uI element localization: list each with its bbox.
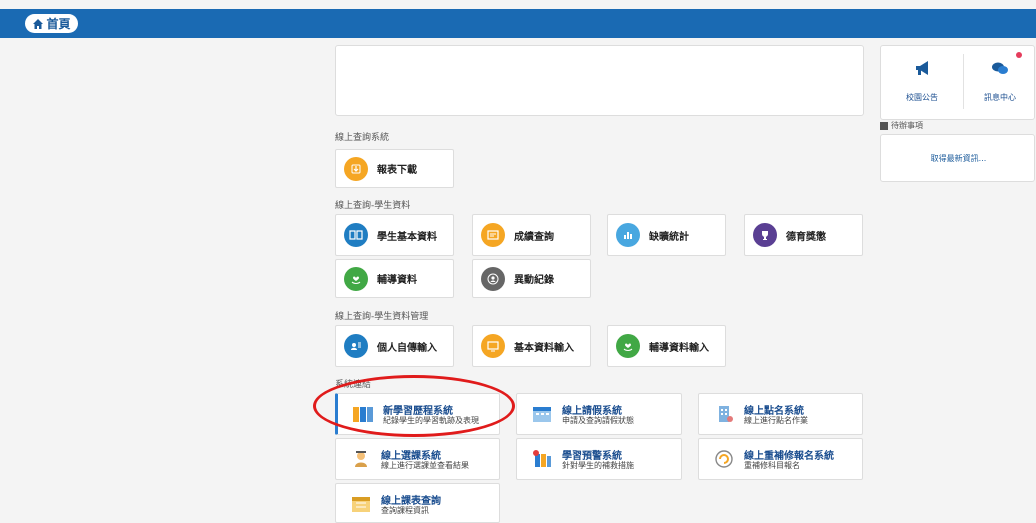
card-label: 報表下載 xyxy=(377,165,417,176)
calendar-icon xyxy=(533,407,551,422)
system-desc: 針對學生的補救措施 xyxy=(562,461,634,470)
card-label: 個人自傳輸入 xyxy=(377,342,437,354)
system-course-select[interactable]: 線上選課系統 線上進行選課並查看結果 xyxy=(335,438,500,480)
home-label: 首頁 xyxy=(46,17,71,31)
announcement-label: 校園公告 xyxy=(906,93,938,102)
banner-area xyxy=(335,45,864,116)
heart-hand-icon xyxy=(616,334,640,358)
section-query-system: 線上查詢系統 xyxy=(335,133,390,143)
report-download-card[interactable]: 報表下載 xyxy=(335,149,454,188)
person-card-icon xyxy=(344,334,368,358)
person-circle-icon xyxy=(481,266,505,291)
system-leave[interactable]: 線上請假系統 申請及查詢請假狀態 xyxy=(516,393,682,435)
autobiography-card[interactable]: 個人自傳輸入 xyxy=(335,325,454,367)
counsel-card[interactable]: 輔導資料 xyxy=(335,259,454,298)
logo-fragment xyxy=(20,0,36,3)
system-retake[interactable]: 線上重補修報名系統 重補修科目報名 xyxy=(698,438,863,480)
system-desc: 紀錄學生的學習軌跡及表現 xyxy=(383,416,479,425)
grades-card[interactable]: 成績查詢 xyxy=(472,214,591,256)
card-label: 成績查詢 xyxy=(514,231,554,243)
message-center-button[interactable]: 訊息中心 xyxy=(965,56,1035,106)
section-systems: 系統連結 xyxy=(335,380,372,390)
todo-title: 待辦事項 xyxy=(891,121,923,130)
absence-card[interactable]: 缺曠統計 xyxy=(607,214,726,256)
announcement-button[interactable]: 校園公告 xyxy=(887,56,957,106)
chat-icon xyxy=(992,62,1008,74)
refresh-icon xyxy=(715,450,733,468)
card-label: 學生基本資料 xyxy=(377,231,437,243)
quick-links-panel: 校園公告 訊息中心 xyxy=(880,45,1035,120)
trophy-icon xyxy=(753,223,777,247)
timetable-icon xyxy=(352,497,370,512)
system-rollcall[interactable]: 線上點名系統 線上進行點名作業 xyxy=(698,393,863,435)
building-icon xyxy=(719,406,733,422)
system-desc: 申請及查詢請假狀態 xyxy=(562,416,634,425)
download-icon xyxy=(344,156,368,181)
report-icon xyxy=(481,223,505,247)
system-timetable[interactable]: 線上課表查詢 查詢課程資訊 xyxy=(335,483,500,523)
merit-card[interactable]: 德育獎懲 xyxy=(744,214,863,256)
heart-hand-icon xyxy=(344,266,368,291)
card-label: 輔導資料 xyxy=(377,275,417,286)
card-label: 缺曠統計 xyxy=(649,231,689,243)
navbar: 首頁 xyxy=(0,9,1036,38)
card-label: 輔導資料輸入 xyxy=(649,342,709,354)
card-label: 基本資料輸入 xyxy=(514,342,574,354)
section-student-data: 線上查詢-學生資料 xyxy=(335,201,411,211)
message-center-label: 訊息中心 xyxy=(984,93,1016,102)
divider xyxy=(963,54,964,109)
folders-icon xyxy=(353,407,373,422)
change-record-card[interactable]: 異動紀錄 xyxy=(472,259,591,298)
card-label: 異動紀錄 xyxy=(514,275,554,286)
home-button[interactable]: 首頁 xyxy=(25,14,78,33)
system-early-warning[interactable]: 學習預警系統 針對學生的補救措施 xyxy=(516,438,682,480)
todo-link[interactable]: 取得最新資訊... xyxy=(881,153,1036,164)
student-basic-card[interactable]: 學生基本資料 xyxy=(335,214,454,256)
megaphone-icon xyxy=(916,61,928,75)
books-alert-icon xyxy=(533,450,551,467)
todo-heading: 待辦事項 xyxy=(880,120,923,131)
system-desc: 查詢課程資訊 xyxy=(381,506,429,515)
bar-chart-icon xyxy=(616,223,640,247)
system-desc: 重補修科目報名 xyxy=(744,461,800,470)
screen-icon xyxy=(481,334,505,358)
system-desc: 線上進行選課並查看結果 xyxy=(381,461,469,470)
todo-box: 取得最新資訊... xyxy=(880,134,1035,182)
book-icon xyxy=(344,223,368,247)
system-learning-portfolio[interactable]: 新學習歷程系統 紀錄學生的學習軌跡及表現 xyxy=(335,393,500,435)
basic-input-card[interactable]: 基本資料輸入 xyxy=(472,325,591,367)
top-strip xyxy=(0,0,1036,9)
section-student-manage: 線上查詢-學生資料管理 xyxy=(335,312,429,322)
notification-dot xyxy=(1016,52,1022,58)
system-desc: 線上進行點名作業 xyxy=(744,416,808,425)
counsel-input-card[interactable]: 輔導資料輸入 xyxy=(607,325,726,367)
card-label: 德育獎懲 xyxy=(786,231,826,243)
home-icon xyxy=(33,18,44,29)
student-icon xyxy=(355,451,367,467)
note-icon xyxy=(880,121,888,130)
